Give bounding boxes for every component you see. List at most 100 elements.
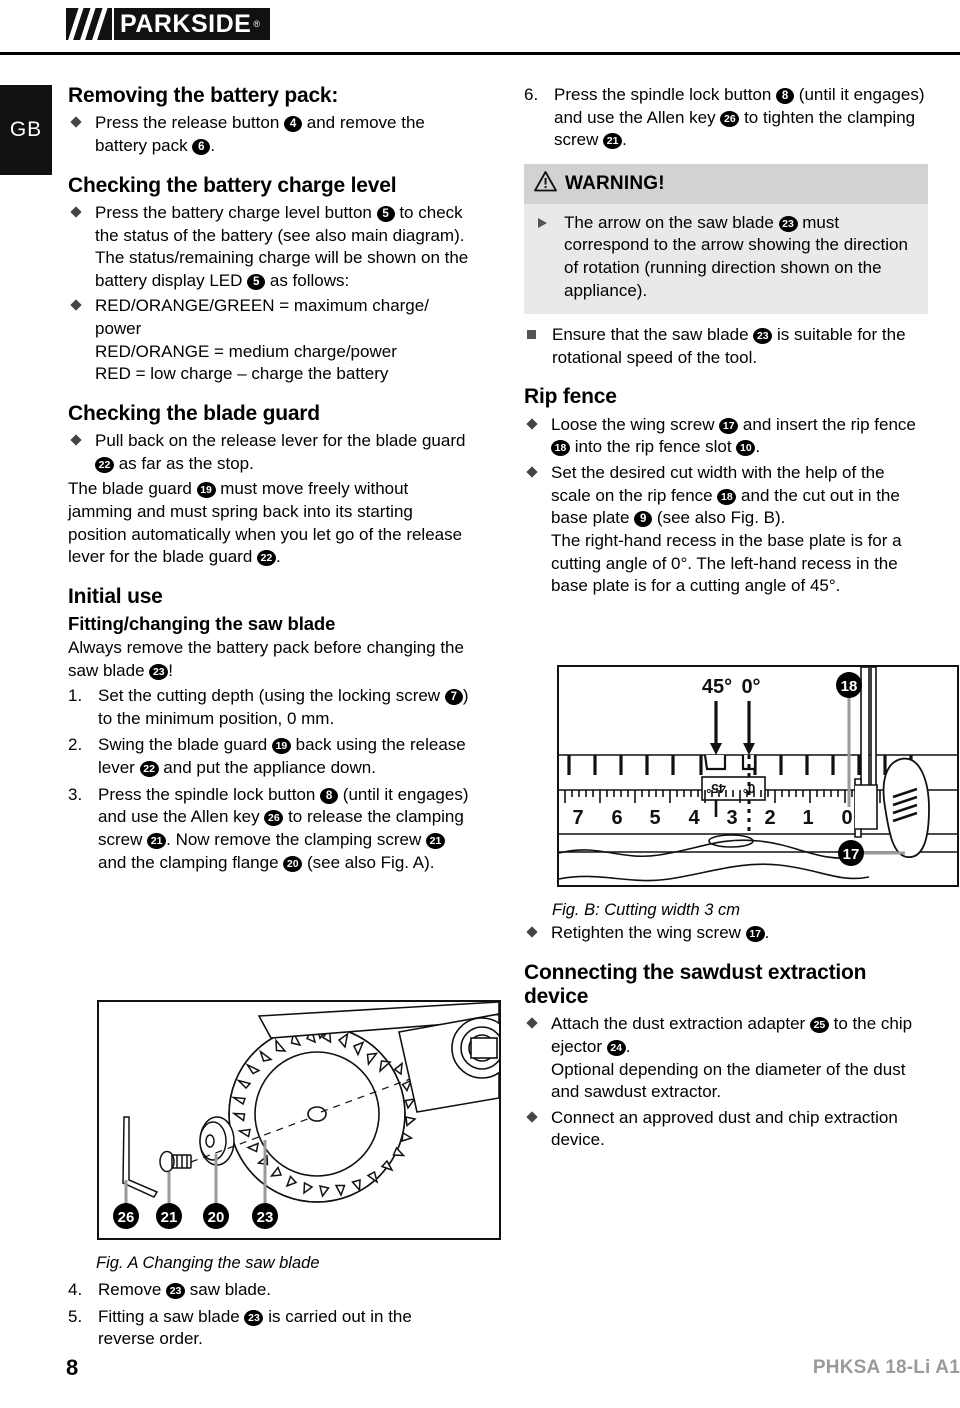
callout-5: 5 <box>376 205 395 222</box>
svg-text:20: 20 <box>208 1209 225 1226</box>
step-number: 6. <box>524 85 539 104</box>
ruler-tick-7: 7 <box>572 807 583 829</box>
step-six-list: 6. Press the spindle lock button 8 (until… <box>524 84 928 152</box>
step-number: 3. <box>68 784 83 804</box>
step-number: 4. <box>68 1280 83 1299</box>
callout-23: 23 <box>149 663 169 680</box>
triangle-bullet-icon <box>538 217 547 228</box>
warning-box: WARNING! The arrow on the saw blade 23 m… <box>524 163 928 315</box>
callout-19: 19 <box>196 482 216 499</box>
figure-b-callout-17: 17 <box>843 846 860 863</box>
slashes-icon <box>66 8 114 40</box>
fitting-paragraph: Always remove the battery pack before ch… <box>68 638 464 680</box>
callout-22: 22 <box>139 761 159 778</box>
callout-21: 21 <box>425 832 445 849</box>
callout-22: 22 <box>257 550 277 567</box>
callout-18: 18 <box>717 488 737 505</box>
list-item: 5. Fitting a saw blade 23 is carried out … <box>68 1306 412 1349</box>
callout-5: 5 <box>247 273 266 290</box>
list-item: Ensure that the saw blade 23 is suitable… <box>524 324 928 369</box>
callout-9: 9 <box>634 511 653 528</box>
figure-b-caption: Fig. B: Cutting width 3 cm <box>552 901 740 919</box>
svg-text:23: 23 <box>257 1209 274 1226</box>
list-item: Set the desired cut width with the help … <box>524 462 928 598</box>
brand-name: PARKSIDE <box>120 10 252 38</box>
registered-mark-icon: ® <box>253 18 260 29</box>
diamond-bullet-icon <box>70 299 82 312</box>
callout-20: 20 <box>283 855 303 872</box>
list-item: 6. Press the spindle lock button 8 (until… <box>524 85 925 150</box>
callout-25: 25 <box>809 1017 829 1034</box>
blade-guard-list: Pull back on the release lever for the b… <box>68 430 472 475</box>
diamond-bullet-icon <box>70 206 82 218</box>
warning-title: WARNING! <box>565 172 665 194</box>
callout-19: 19 <box>271 738 291 755</box>
callout-10: 10 <box>736 440 756 457</box>
callout-24: 24 <box>606 1039 626 1056</box>
figure-a-caption-block: Fig. A Changing the saw blade 4. Remove 2… <box>68 1248 472 1355</box>
ruler-tick-0: 0 <box>841 807 852 829</box>
header-divider <box>0 52 960 55</box>
list-item: Attach the dust extraction adapter 25 to… <box>524 1013 928 1103</box>
callout-21: 21 <box>147 832 167 849</box>
svg-text:45°: 45° <box>706 781 726 796</box>
list-item: RED/ORANGE/GREEN = maximum charge/power R… <box>68 295 472 385</box>
page-footer: 8 PHKSA 18-Li A1 <box>0 1355 960 1395</box>
diamond-bullet-icon <box>70 434 82 446</box>
heading-checking-charge: Checking the battery charge level <box>68 173 397 197</box>
list-item: Retighten the wing screw 17. <box>524 922 928 945</box>
callout-8: 8 <box>776 88 795 104</box>
callout-21: 21 <box>603 133 623 150</box>
sawdust-list: Attach the dust extraction adapter 25 to… <box>524 1013 928 1152</box>
fitting-steps-after-figure: 4. Remove 23 saw blade. 5. Fitting a saw b… <box>68 1279 472 1351</box>
ruler-tick-1: 1 <box>802 807 813 829</box>
callout-18: 18 <box>551 440 570 457</box>
list-item: Loose the wing screw 17 and insert the r… <box>524 414 928 459</box>
callout-23: 23 <box>778 215 798 232</box>
country-code-label: GB <box>9 118 43 141</box>
page-header: PARKSIDE ® <box>0 0 960 60</box>
page-number: 8 <box>66 1355 79 1380</box>
diamond-bullet-icon <box>526 466 538 478</box>
svg-text:26: 26 <box>118 1209 135 1226</box>
list-item: Press the battery charge level button 5 … <box>68 202 472 292</box>
heading-fitting-saw-blade: Fitting/changing the saw blade <box>68 613 336 635</box>
heading-removing-battery: Removing the battery pack: <box>68 84 339 107</box>
warning-body: The arrow on the saw blade 23 must corre… <box>524 204 928 314</box>
figure-b-caption-block: Fig. B: Cutting width 3 cm Retighten the… <box>524 893 928 1155</box>
figure-b-rip-fence-scale: 45° 0° 45° 0° 7 6 5 4 3 2 1 0 18 17 <box>557 665 959 887</box>
callout-17: 17 <box>745 926 765 942</box>
document-page: PARKSIDE ® GB Removing the battery pack:… <box>0 0 960 1408</box>
parkside-logo: PARKSIDE ® <box>66 8 270 40</box>
square-bullet-list: Ensure that the saw blade 23 is suitable… <box>524 324 928 369</box>
warning-header: WARNING! <box>524 163 928 204</box>
svg-text:21: 21 <box>161 1209 178 1226</box>
ruler-tick-6: 6 <box>611 807 622 829</box>
step-number: 2. <box>68 735 83 755</box>
diamond-bullet-icon <box>70 116 82 129</box>
diamond-bullet-icon <box>526 1111 538 1123</box>
retighten-list: Retighten the wing screw 17. <box>524 922 928 945</box>
figure-b-callout-18: 18 <box>841 678 858 695</box>
heading-rip-fence: Rip fence <box>524 385 617 409</box>
removing-battery-list: Press the release button 4 and remove th… <box>68 112 472 157</box>
callout-4: 4 <box>284 116 303 133</box>
model-name: PHKSA 18-Li A1 <box>812 1357 960 1378</box>
step-number: 5. <box>68 1306 83 1326</box>
heading-initial-use: Initial use <box>68 584 163 608</box>
callout-8: 8 <box>320 787 339 804</box>
ruler-tick-5: 5 <box>649 807 660 829</box>
list-item: Connect an approved dust and chip extrac… <box>524 1107 928 1152</box>
step-number: 1. <box>68 686 83 706</box>
label-0-degrees: 0° <box>741 676 760 698</box>
ruler-tick-4: 4 <box>688 807 700 829</box>
square-bullet-icon <box>527 330 536 340</box>
callout-23: 23 <box>166 1283 186 1299</box>
right-column: 6. Press the spindle lock button 8 (until… <box>524 84 928 601</box>
figure-b-svg: 45° 0° 45° 0° 7 6 5 4 3 2 1 0 18 17 <box>559 667 957 882</box>
list-item: Press the release button 4 and remove th… <box>68 112 472 157</box>
callout-7: 7 <box>444 689 463 706</box>
fitting-steps-list: 1. Set the cutting depth (using the locki… <box>68 685 472 874</box>
country-badge: GB <box>0 85 52 175</box>
callout-22: 22 <box>95 456 114 473</box>
